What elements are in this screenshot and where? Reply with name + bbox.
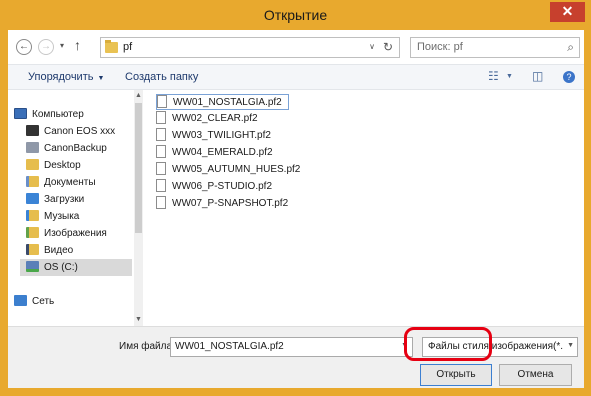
- open-dialog: Открытие ✕ ← → ▾ ↑ pf ∨ ↻ Поиск: pf ⌕ Уп…: [0, 0, 591, 396]
- preview-pane-icon[interactable]: ◫: [532, 69, 543, 83]
- network-icon: [14, 295, 27, 306]
- forward-icon[interactable]: →: [38, 39, 54, 55]
- camera-icon: [26, 125, 39, 136]
- sidebar-item-label: Изображения: [44, 228, 107, 239]
- sidebar-item-downloads[interactable]: Загрузки: [26, 191, 84, 208]
- sidebar-item-pictures[interactable]: Изображения: [26, 225, 107, 242]
- sidebar-item-canonbackup[interactable]: CanonBackup: [26, 140, 107, 157]
- scroll-down-icon[interactable]: ▼: [134, 314, 143, 326]
- file-icon: [156, 162, 166, 175]
- help-icon[interactable]: ?: [563, 71, 575, 83]
- filename-label: Имя файла:: [119, 341, 175, 352]
- file-item[interactable]: WW03_TWILIGHT.pf2: [156, 128, 277, 144]
- video-icon: [26, 244, 39, 255]
- chevron-down-icon[interactable]: ▼: [567, 342, 574, 349]
- file-name: WW02_CLEAR.pf2: [172, 113, 258, 124]
- navigation-scrollbar[interactable]: ▲ ▼: [134, 90, 143, 326]
- file-icon: [156, 111, 166, 124]
- file-icon: [156, 128, 166, 141]
- sidebar-item-label: Видео: [44, 245, 74, 256]
- highlight-ring: [404, 327, 492, 361]
- file-icon: [156, 179, 166, 192]
- file-item[interactable]: WW06_P-STUDIO.pf2: [156, 179, 278, 195]
- file-icon: [156, 196, 166, 209]
- folder-icon: [105, 40, 118, 53]
- search-input[interactable]: Поиск: pf ⌕: [410, 37, 580, 58]
- view-options-icon[interactable]: ☷: [488, 69, 499, 83]
- up-folder-icon[interactable]: ↑: [74, 37, 81, 53]
- file-icon: [157, 95, 167, 108]
- sidebar-item-label: Музыка: [44, 211, 80, 222]
- music-icon: [26, 210, 39, 221]
- file-item[interactable]: WW01_NOSTALGIA.pf2: [156, 94, 289, 110]
- dialog-footer: Имя файла: WW01_NOSTALGIA.pf2 ▼ Файлы ст…: [8, 326, 584, 388]
- dialog-body: ← → ▾ ↑ pf ∨ ↻ Поиск: pf ⌕ Упорядочить ▼ …: [8, 30, 584, 388]
- sidebar-item-camera[interactable]: Canon EOS xxx: [26, 123, 115, 140]
- address-dropdown-icon[interactable]: ∨: [369, 42, 375, 51]
- sidebar-item-music[interactable]: Музыка: [26, 208, 79, 225]
- backup-icon: [26, 142, 39, 153]
- sidebar-item-video[interactable]: Видео: [26, 242, 73, 259]
- cancel-button[interactable]: Отмена: [499, 364, 572, 386]
- pictures-icon: [26, 227, 39, 238]
- file-item[interactable]: WW04_EMERALD.pf2: [156, 145, 279, 161]
- scroll-thumb[interactable]: [135, 103, 142, 233]
- sidebar-item-desktop[interactable]: Desktop: [26, 157, 81, 174]
- file-name: WW06_P-STUDIO.pf2: [172, 181, 273, 192]
- file-list: WW01_NOSTALGIA.pf2 WW02_CLEAR.pf2 WW03_T…: [152, 90, 582, 326]
- address-bar[interactable]: pf ∨ ↻: [100, 37, 400, 58]
- scroll-up-icon[interactable]: ▲: [134, 90, 143, 102]
- close-button[interactable]: ✕: [550, 2, 585, 22]
- address-path[interactable]: pf: [123, 41, 132, 53]
- downloads-icon: [26, 193, 39, 204]
- filename-input[interactable]: WW01_NOSTALGIA.pf2 ▼: [170, 337, 413, 357]
- refresh-icon[interactable]: ↻: [383, 40, 393, 54]
- title-bar[interactable]: Открытие ✕: [0, 0, 591, 30]
- file-item[interactable]: WW02_CLEAR.pf2: [156, 111, 264, 127]
- file-icon: [156, 145, 166, 158]
- search-placeholder: Поиск: pf: [417, 41, 463, 53]
- file-item[interactable]: WW05_AUTUMN_HUES.pf2: [156, 162, 306, 178]
- chevron-down-icon: ▼: [97, 75, 105, 82]
- open-button[interactable]: Открыть: [420, 364, 492, 386]
- sidebar-item-label: Desktop: [44, 160, 81, 171]
- view-dropdown-icon[interactable]: ▼: [506, 73, 513, 80]
- sidebar-item-network[interactable]: Сеть: [14, 293, 54, 310]
- organize-label: Упорядочить: [28, 71, 94, 83]
- dialog-title: Открытие: [263, 7, 328, 23]
- file-name: WW05_AUTUMN_HUES.pf2: [172, 164, 301, 175]
- sidebar-item-label: OS (C:): [44, 262, 78, 273]
- sidebar-item-label: Загрузки: [44, 194, 85, 205]
- file-name: WW07_P-SNAPSHOT.pf2: [172, 198, 289, 209]
- new-folder-button[interactable]: Создать папку: [125, 71, 198, 83]
- sidebar-item-computer[interactable]: Компьютер: [14, 106, 84, 123]
- documents-icon: [26, 176, 39, 187]
- navigation-pane: Компьютер Canon EOS xxx CanonBackup Desk…: [8, 90, 142, 326]
- sidebar-item-label: Canon EOS xxx: [44, 126, 116, 137]
- sidebar-item-label: CanonBackup: [44, 143, 107, 154]
- file-name: WW03_TWILIGHT.pf2: [172, 130, 271, 141]
- file-item[interactable]: WW07_P-SNAPSHOT.pf2: [156, 196, 294, 212]
- command-bar: Упорядочить ▼ Создать папку ☷ ▼ ◫ ?: [8, 64, 584, 90]
- drive-icon: [26, 261, 39, 272]
- navigation-bar: ← → ▾ ↑ pf ∨ ↻ Поиск: pf ⌕: [8, 30, 584, 64]
- recent-locations-icon[interactable]: ▾: [60, 41, 64, 50]
- computer-icon: [14, 108, 27, 119]
- folder-icon: [26, 159, 39, 170]
- filename-value[interactable]: WW01_NOSTALGIA.pf2: [175, 341, 284, 352]
- file-name: WW01_NOSTALGIA.pf2: [173, 97, 282, 108]
- file-name: WW04_EMERALD.pf2: [172, 147, 273, 158]
- organize-menu[interactable]: Упорядочить ▼: [28, 71, 104, 83]
- sidebar-item-label: Сеть: [32, 296, 55, 307]
- sidebar-item-drive-c[interactable]: OS (C:): [20, 259, 132, 276]
- sidebar-item-documents[interactable]: Документы: [26, 174, 96, 191]
- sidebar-item-label: Документы: [44, 177, 96, 188]
- back-icon[interactable]: ←: [16, 39, 32, 55]
- search-icon[interactable]: ⌕: [567, 40, 574, 55]
- sidebar-item-label: Компьютер: [32, 109, 84, 120]
